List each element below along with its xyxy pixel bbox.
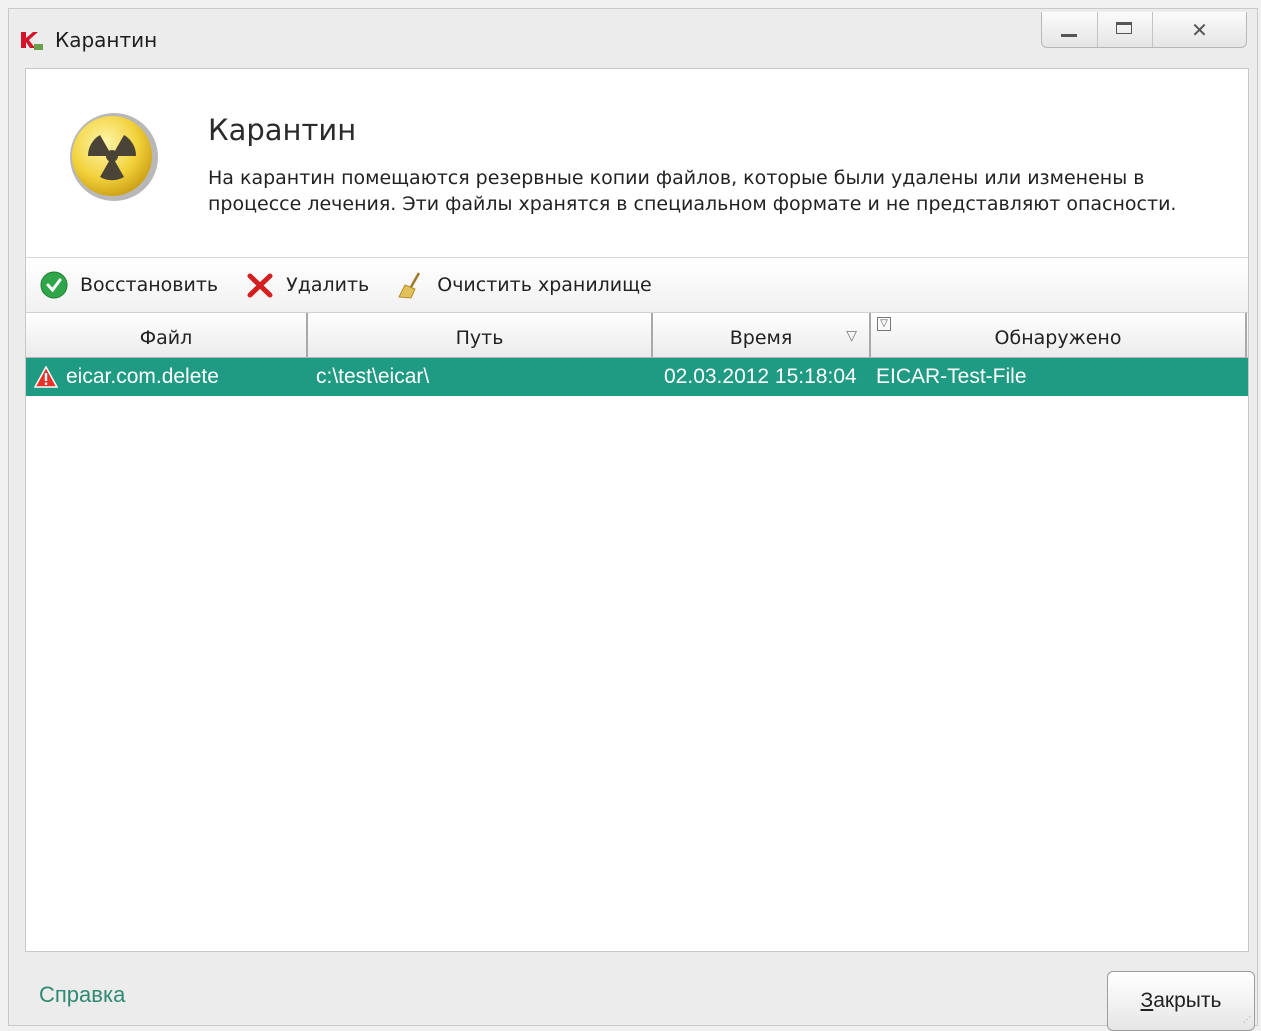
close-button[interactable]: Закрыть: [1107, 971, 1255, 1031]
close-icon: ✕: [1191, 18, 1208, 42]
clear-storage-label: Очистить хранилище: [437, 274, 652, 296]
delete-label: Удалить: [286, 274, 370, 296]
close-label-rest: акрыть: [1153, 989, 1222, 1012]
content-panel: Карантин На карантин помещаются резервны…: [25, 68, 1249, 952]
delete-button[interactable]: Удалить: [246, 271, 369, 299]
cell-detected: EICAR-Test-File: [876, 365, 1027, 388]
filter-icon[interactable]: ▽: [877, 317, 891, 331]
resize-grip-icon[interactable]: ⋰: [1243, 1015, 1253, 1024]
clear-storage-button[interactable]: Очистить хранилище: [397, 271, 652, 299]
sort-descending-icon: ▽: [846, 328, 857, 344]
maximize-button[interactable]: [1098, 12, 1153, 47]
cell-file: eicar.com.delete: [34, 358, 219, 396]
broom-icon: [398, 272, 421, 299]
help-link[interactable]: Справка: [39, 982, 125, 1008]
toolbar: Восстановить Удалить Очистить хранилище: [26, 258, 1248, 313]
column-header-path[interactable]: Путь: [308, 313, 653, 357]
column-header-time[interactable]: Время ▽: [653, 313, 871, 357]
quarantine-table: Файл Путь Время ▽ ▽ Обнаружено eicar.com…: [26, 313, 1248, 396]
red-x-icon: [247, 273, 273, 298]
header-section: Карантин На карантин помещаются резервны…: [26, 69, 1248, 258]
table-row[interactable]: eicar.com.delete c:\test\eicar\ 02.03.20…: [26, 358, 1248, 396]
close-accelerator: З: [1140, 989, 1154, 1012]
cell-path: c:\test\eicar\: [316, 365, 430, 388]
file-name: eicar.com.delete: [66, 365, 219, 388]
cell-time: 02.03.2012 15:18:04: [664, 365, 857, 388]
column-header-time-label: Время: [729, 327, 793, 349]
title-bar[interactable]: Карантин ✕: [9, 9, 1257, 67]
page-description: На карантин помещаются резервные копии ф…: [208, 167, 1177, 215]
column-header-detected[interactable]: ▽ Обнаружено: [871, 313, 1247, 357]
column-header-detected-label: Обнаружено: [994, 327, 1122, 349]
page-title: Карантин: [208, 113, 357, 147]
table-header: Файл Путь Время ▽ ▽ Обнаружено: [26, 313, 1248, 358]
column-header-file[interactable]: Файл: [26, 313, 308, 357]
restore-button[interactable]: Восстановить: [40, 271, 218, 299]
radiation-hazard-icon: [70, 113, 158, 201]
check-circle-icon: [40, 271, 68, 299]
window-title: Карантин: [55, 28, 158, 52]
warning-icon: [34, 366, 58, 388]
window-controls: ✕: [1041, 12, 1247, 48]
quarantine-window: Карантин ✕ Карантин На карантин помещают…: [8, 8, 1258, 1031]
close-window-button[interactable]: ✕: [1153, 12, 1246, 47]
minimize-button[interactable]: [1042, 12, 1098, 47]
restore-label: Восстановить: [80, 274, 219, 296]
kaspersky-logo-icon: [21, 32, 43, 50]
